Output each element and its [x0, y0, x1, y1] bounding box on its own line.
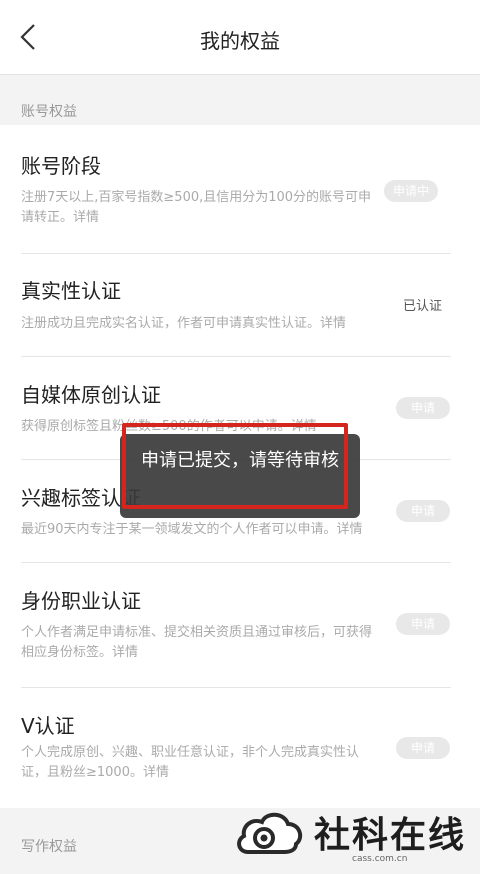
status-pill-applying[interactable]: 申请中 [384, 180, 438, 202]
app-header: 我的权益 [0, 0, 480, 75]
highlight-box [122, 423, 348, 509]
watermark-brand: 社科在线 [314, 815, 467, 856]
item-title: 身份职业认证 [21, 589, 141, 613]
list-item-profession[interactable]: 身份职业认证 个人作者满足申请标准、提交相关资质且通过审核后，可获得相应身份标签… [0, 563, 480, 687]
watermark: 社科在线 cass.com.cn [232, 800, 480, 874]
list-item-authenticity[interactable]: 真实性认证 注册成功且完成实名认证，作者可申请真实性认证。详情 已认证 [0, 254, 480, 356]
item-title: 真实性认证 [21, 279, 121, 303]
page-title: 我的权益 [200, 29, 280, 53]
apply-button[interactable]: 申请 [396, 500, 450, 522]
list-item-v-verify[interactable]: V认证 个人完成原创、兴趣、职业任意认证，非个人完成真实性认证，且粉丝≥1000… [0, 688, 480, 808]
item-title: 账号阶段 [21, 154, 101, 178]
item-desc: 个人作者满足申请标准、提交相关资质且通过审核后，可获得相应身份标签。详情 [21, 625, 373, 660]
list-item-account-stage[interactable]: 账号阶段 注册7天以上,百家号指数≥500,且信用分为100分的账号可申请转正。… [0, 125, 480, 253]
status-verified-text: 已认证 [403, 299, 443, 314]
cloud-logo-icon [237, 812, 303, 854]
item-desc: 注册7天以上,百家号指数≥500,且信用分为100分的账号可申请转正。详情 [21, 190, 372, 225]
watermark-url: cass.com.cn [352, 854, 408, 864]
section-label: 写作权益 [21, 839, 77, 855]
item-title: V认证 [21, 714, 75, 738]
apply-button[interactable]: 申请 [396, 613, 450, 635]
section-header-account: 账号权益 [0, 75, 480, 125]
item-desc: 最近90天内专注于某一领域发文的个人作者可以申请。详情 [21, 522, 363, 537]
section-label: 账号权益 [21, 104, 77, 120]
item-title: 自媒体原创认证 [21, 383, 161, 407]
apply-button[interactable]: 申请 [396, 397, 450, 419]
item-desc: 个人完成原创、兴趣、职业任意认证，非个人完成真实性认证，且粉丝≥1000。详情 [21, 745, 360, 780]
apply-button[interactable]: 申请 [396, 737, 450, 759]
item-desc: 注册成功且完成实名认证，作者可申请真实性认证。详情 [21, 316, 347, 331]
